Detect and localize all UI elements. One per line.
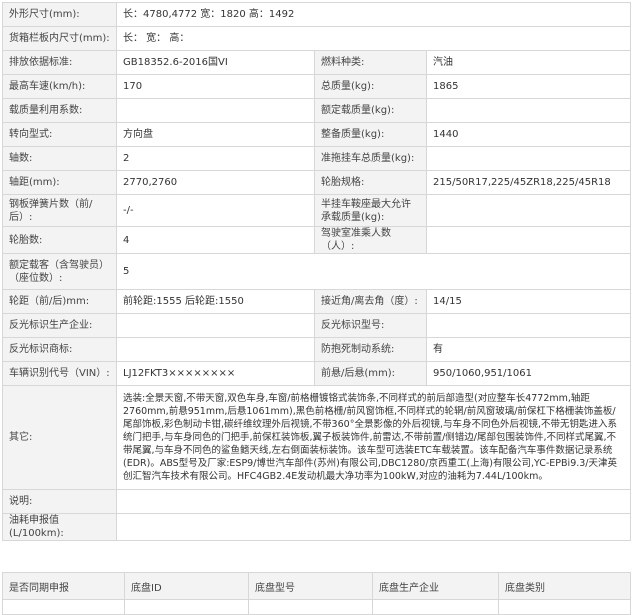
load-util-label: 载质量利用系数: <box>2 98 117 123</box>
leaf-value: -/- <box>116 194 315 227</box>
reflect-model-label: 反光标识型号: <box>314 313 427 338</box>
chassis-header-row: 是否同期申报 底盘ID 底盘型号 底盘生产企业 底盘类别 <box>2 572 631 600</box>
dimensions-value: 长：4780,4772 宽：1820 高：1492 <box>115 2 632 27</box>
dimensions-label: 外形尺寸(mm): <box>2 2 117 27</box>
cargo-value: 长： 宽： 高： <box>115 26 632 51</box>
chassis-col-category: 底盘类别 <box>498 572 631 600</box>
row-steering: 转向型式: 方向盘 整备质量(kg): 1440 <box>2 122 632 147</box>
chassis-col-id: 底盘ID <box>124 572 249 600</box>
row-other: 其它: 选装:全景天窗,不带天窗,双色车身,车窗/前格栅镀铬式装饰条,不同样式的… <box>2 385 632 490</box>
row-dimensions: 外形尺寸(mm): 长：4780,4772 宽：1820 高：1492 <box>2 2 632 27</box>
chassis-col-model: 底盘型号 <box>248 572 373 600</box>
vin-value: LJ12FKT3×××××××× <box>116 361 315 386</box>
reflect-brand-label: 反光标识商标: <box>2 337 117 362</box>
trailer-label: 准拖挂车总质量(kg): <box>314 146 427 171</box>
steering-label: 转向型式: <box>2 122 117 147</box>
tyre-label: 轮胎规格: <box>314 170 427 195</box>
fuel-decl-value <box>115 513 632 541</box>
track-value: 前轮距:1555 后轮距:1550 <box>116 289 315 314</box>
emission-value: GB18352.6-2016国VI <box>116 50 315 75</box>
reflect-maker-label: 反光标识生产企业: <box>2 313 117 338</box>
row-reflect-maker: 反光标识生产企业: 反光标识型号: <box>2 313 632 338</box>
row-load: 载质量利用系数: 额定载质量(kg): <box>2 98 632 123</box>
reflect-model-value <box>425 313 632 338</box>
chassis-table: 是否同期申报 底盘ID 底盘型号 底盘生产企业 底盘类别 <box>2 572 631 615</box>
row-reflect-brand: 反光标识商标: 防抱死制动系统: 有 <box>2 337 632 362</box>
tyre-count-label: 轮胎数: <box>2 226 117 254</box>
row-speed: 最高车速(km/h): 170 总质量(kg): 1865 <box>2 74 632 99</box>
row-note: 说明: <box>2 489 632 514</box>
axles-value: 2 <box>116 146 315 171</box>
track-label: 轮距（前/后)mm: <box>2 289 117 314</box>
note-label: 说明: <box>2 489 117 514</box>
vin-label: 车辆识别代号（VIN）: <box>2 361 117 386</box>
reflect-brand-value <box>116 337 315 362</box>
overhang-label: 前悬/后悬(mm): <box>314 361 427 386</box>
wheelbase-label: 轴距(mm): <box>2 170 117 195</box>
rated-pass-value: 5 <box>115 253 632 290</box>
row-leaf: 钢板弹簧片数（前/后）: -/- 半挂车鞍座最大允许承载质量(kg): <box>2 194 632 227</box>
approach-label: 接近角/离去角（度）: <box>314 289 427 314</box>
row-rated-passengers: 额定载客（含驾驶员）（座位数）: 5 <box>2 253 632 290</box>
leaf-label: 钢板弹簧片数（前/后）: <box>2 194 117 227</box>
steering-value: 方向盘 <box>116 122 315 147</box>
fuel-value: 汽油 <box>425 50 632 75</box>
row-vin: 车辆识别代号（VIN）: LJ12FKT3×××××××× 前悬/后悬(mm):… <box>2 361 632 386</box>
rated-load-label: 额定载质量(kg): <box>314 98 427 123</box>
cab-seats-label: 驾驶室准乘人数（人）: <box>314 226 427 254</box>
curb-mass-value: 1440 <box>425 122 632 147</box>
row-fuel-declared: 油耗申报值(L/100km): <box>2 513 632 541</box>
trailer-value <box>425 146 632 171</box>
rated-load-value <box>425 98 632 123</box>
note-value <box>115 489 632 514</box>
max-speed-value: 170 <box>116 74 315 99</box>
emission-label: 排放依据标准: <box>2 50 117 75</box>
vehicle-spec-sheet: 外形尺寸(mm): 长：4780,4772 宽：1820 高：1492 货箱栏板… <box>0 0 640 615</box>
chassis-col-same-period: 是否同期申报 <box>2 572 125 600</box>
row-wheelbase: 轴距(mm): 2770,2760 轮胎规格: 215/50R17,225/45… <box>2 170 632 195</box>
total-mass-value: 1865 <box>425 74 632 99</box>
reflect-maker-value <box>116 313 315 338</box>
fuel-decl-label: 油耗申报值(L/100km): <box>2 513 117 541</box>
other-label: 其它: <box>2 385 117 490</box>
row-emission: 排放依据标准: GB18352.6-2016国VI 燃料种类: 汽油 <box>2 50 632 75</box>
curb-mass-label: 整备质量(kg): <box>314 122 427 147</box>
row-cargo: 货箱栏板内尺寸(mm): 长： 宽： 高： <box>2 26 632 51</box>
row-axles: 轴数: 2 准拖挂车总质量(kg): <box>2 146 632 171</box>
approach-value: 14/15 <box>425 289 632 314</box>
max-speed-label: 最高车速(km/h): <box>2 74 117 99</box>
abs-value: 有 <box>425 337 632 362</box>
fuel-label: 燃料种类: <box>314 50 427 75</box>
saddle-value <box>425 194 632 227</box>
overhang-value: 950/1060,951/1061 <box>425 361 632 386</box>
cab-seats-value <box>425 226 632 254</box>
rated-pass-label: 额定载客（含驾驶员）（座位数）: <box>2 253 117 290</box>
total-mass-label: 总质量(kg): <box>314 74 427 99</box>
chassis-col-maker: 底盘生产企业 <box>372 572 499 600</box>
other-value: 选装:全景天窗,不带天窗,双色车身,车窗/前格栅镀铬式装饰条,不同样式的前后部造… <box>115 385 632 490</box>
spec-table: 外形尺寸(mm): 长：4780,4772 宽：1820 高：1492 货箱栏板… <box>2 2 632 541</box>
wheelbase-value: 2770,2760 <box>116 170 315 195</box>
tyre-value: 215/50R17,225/45ZR18,225/45R18 <box>425 170 632 195</box>
cargo-label: 货箱栏板内尺寸(mm): <box>2 26 117 51</box>
load-util-value <box>116 98 315 123</box>
axles-label: 轴数: <box>2 146 117 171</box>
row-track: 轮距（前/后)mm: 前轮距:1555 后轮距:1550 接近角/离去角（度）:… <box>2 289 632 314</box>
tyre-count-value: 4 <box>116 226 315 254</box>
saddle-label: 半挂车鞍座最大允许承载质量(kg): <box>314 194 427 227</box>
abs-label: 防抱死制动系统: <box>314 337 427 362</box>
row-tyre-count: 轮胎数: 4 驾驶室准乘人数（人）: <box>2 226 632 254</box>
